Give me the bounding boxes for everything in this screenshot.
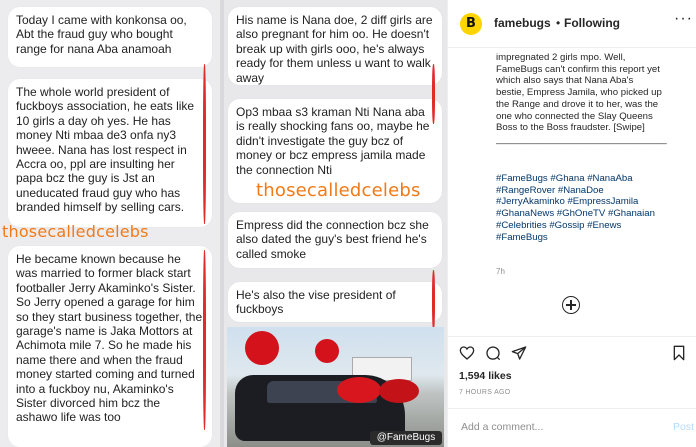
caption-line: the Range and drove it to her, was the	[496, 98, 659, 110]
message-bubble: Today I came with konkonsa oo, Abt the f…	[8, 7, 212, 67]
separator-dot: •	[556, 16, 561, 30]
comment-input[interactable]	[459, 420, 643, 434]
hashtag-list: #FameBugs #Ghana #NanaAba #RangeRover #N…	[496, 173, 688, 243]
red-bow	[337, 377, 381, 403]
message-text: He's also the vise president of fuckboys	[236, 288, 396, 317]
more-options-icon[interactable]: ···	[674, 10, 693, 28]
message-text: The whole world president of fuckboys as…	[16, 85, 195, 215]
hashtag-line[interactable]: #FameBugs	[496, 232, 688, 244]
hashtag-line[interactable]: #RangeRover #NanaDoe	[496, 185, 688, 197]
hashtag-line[interactable]: #FameBugs #Ghana #NanaAba	[496, 173, 688, 185]
post-comment-button[interactable]: Post	[673, 421, 694, 433]
range-rover-photo: @FameBugs	[227, 327, 444, 447]
load-more-comments-icon[interactable]	[562, 296, 580, 314]
red-balloons	[245, 331, 279, 365]
caption-line: which also says that Nana Aba's	[496, 75, 634, 87]
post-header: B famebugs • Following ···	[448, 0, 696, 48]
message-bubble: The whole world president of fuckboys as…	[8, 79, 212, 227]
red-bow	[379, 379, 419, 403]
avatar[interactable]: B	[460, 13, 482, 35]
following-button[interactable]: Following	[564, 16, 620, 30]
message-text: His name is Nana doe, 2 diff girls are a…	[236, 13, 433, 85]
message-bubble: His name is Nana doe, 2 diff girls are a…	[228, 7, 442, 85]
watermark: thosecalledcelebs	[256, 180, 421, 201]
post-image[interactable]: Today I came with konkonsa oo, Abt the f…	[0, 0, 447, 447]
message-text: He became known because he was married t…	[16, 252, 203, 425]
comment-bar: Post	[447, 408, 696, 447]
caption-line: FameBugs can't confirm this report yet	[496, 63, 660, 75]
caption-line: impregnated 2 girls mpo. Well,	[496, 52, 626, 63]
post-caption: impregnated 2 girls mpo. Well, FameBugs …	[496, 52, 688, 146]
caption-line: Boss to the Boss fraudster. [Swipe]	[496, 122, 645, 134]
photo-credit-tag: @FameBugs	[370, 431, 442, 445]
caption-divider-line: ________________________________	[496, 133, 667, 145]
post-side-panel: B famebugs • Following ··· impregnated 2…	[447, 0, 696, 447]
hashtag-line[interactable]: #JerryAkaminko #EmpressJamila	[496, 196, 688, 208]
message-bubble: He became known because he was married t…	[8, 246, 212, 447]
hashtag-line[interactable]: #Celebrities #Gossip #Enews	[496, 220, 688, 232]
red-annotation-mark	[432, 64, 435, 124]
red-annotation-mark	[203, 250, 206, 430]
message-bubble: He's also the vise president of fuckboys	[228, 282, 442, 322]
message-bubble: Empress did the connection bcz she also …	[228, 212, 442, 268]
message-text: Today I came with konkonsa oo, Abt the f…	[16, 13, 187, 56]
message-text: Op3 mbaa s3 kraman Nti Nana aba is reall…	[236, 105, 430, 177]
chat-column-left: Today I came with konkonsa oo, Abt the f…	[0, 0, 220, 447]
caption-line: bestie, Empress Jamila, who picked up	[496, 87, 662, 99]
caption-line: one who connected the Slay Queens	[496, 110, 653, 122]
message-text: Empress did the connection bcz she also …	[236, 218, 429, 261]
watermark: thosecalledcelebs	[2, 222, 149, 241]
caption-time: 7h	[496, 267, 505, 276]
hashtag-line[interactable]: #GhanaNews #GhOneTV #Ghanaian	[496, 208, 688, 220]
red-balloons	[315, 339, 339, 363]
red-annotation-mark	[203, 64, 206, 224]
username-link[interactable]: famebugs	[494, 16, 551, 30]
red-annotation-mark	[432, 270, 435, 330]
